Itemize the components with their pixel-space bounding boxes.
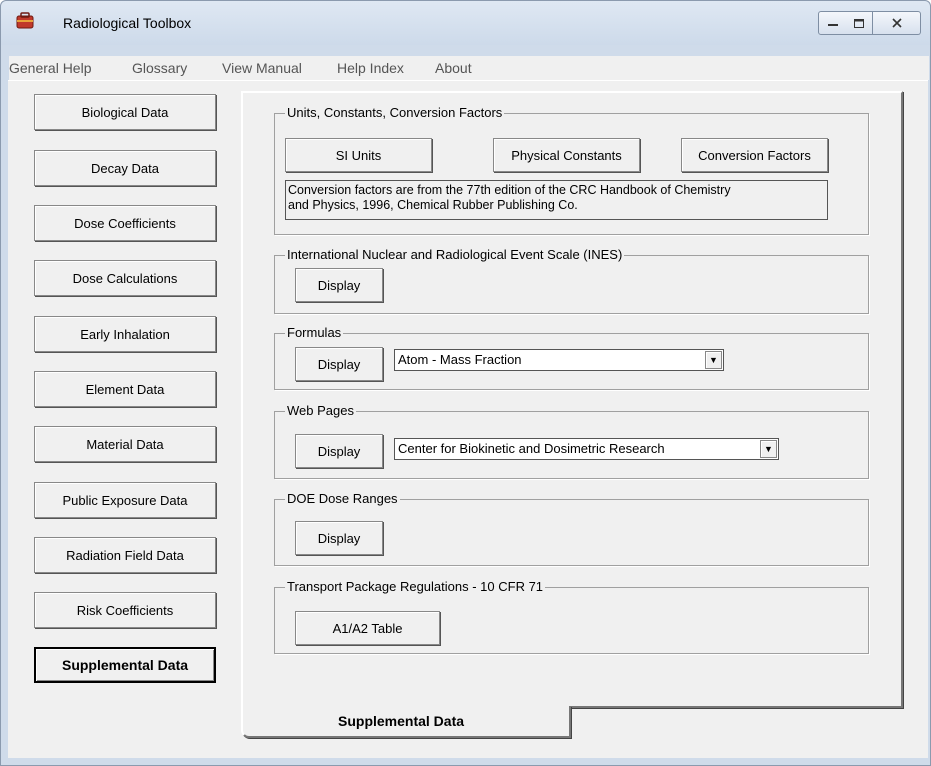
transport-regulations-group-title: Transport Package Regulations - 10 CFR 7… xyxy=(285,579,546,594)
web-pages-select[interactable]: Center for Biokinetic and Dosimetric Res… xyxy=(394,438,779,460)
decay-data-button[interactable]: Decay Data xyxy=(34,150,216,186)
biological-data-button[interactable]: Biological Data xyxy=(34,94,216,130)
conversion-factors-button[interactable]: Conversion Factors xyxy=(681,138,828,172)
menu-glossary[interactable]: Glossary xyxy=(132,60,187,76)
toolbox-icon xyxy=(16,12,34,29)
menu-about[interactable]: About xyxy=(435,60,472,76)
note-line-1: Conversion factors are from the 77th edi… xyxy=(288,183,731,197)
minimize-icon xyxy=(827,24,838,26)
dose-coefficients-button[interactable]: Dose Coefficients xyxy=(34,205,216,241)
web-pages-group-title: Web Pages xyxy=(285,403,356,418)
formulas-select[interactable]: Atom - Mass Fraction ▼ xyxy=(394,349,724,371)
menu-view-manual[interactable]: View Manual xyxy=(222,60,302,76)
physical-constants-button[interactable]: Physical Constants xyxy=(493,138,640,172)
chevron-down-icon[interactable]: ▼ xyxy=(760,440,777,458)
menu-bar: General Help Glossary View Manual Help I… xyxy=(9,56,929,80)
ines-group-title: International Nuclear and Radiological E… xyxy=(285,247,625,262)
supplemental-data-button[interactable]: Supplemental Data xyxy=(34,647,216,683)
close-button[interactable] xyxy=(873,11,921,35)
close-icon xyxy=(891,18,902,28)
minimize-button[interactable] xyxy=(818,11,847,35)
dose-calculations-button[interactable]: Dose Calculations xyxy=(34,260,216,296)
doe-display-button[interactable]: Display xyxy=(295,521,383,555)
a1-a2-table-button[interactable]: A1/A2 Table xyxy=(295,611,440,645)
units-constants-group-title: Units, Constants, Conversion Factors xyxy=(285,105,505,120)
early-inhalation-button[interactable]: Early Inhalation xyxy=(34,316,216,352)
material-data-button[interactable]: Material Data xyxy=(34,426,216,462)
conversion-factors-note: Conversion factors are from the 77th edi… xyxy=(285,180,828,220)
chevron-down-icon[interactable]: ▼ xyxy=(705,351,722,369)
maximize-button[interactable] xyxy=(846,11,873,35)
formulas-group-title: Formulas xyxy=(285,325,344,340)
public-exposure-data-button[interactable]: Public Exposure Data xyxy=(34,482,216,518)
web-pages-display-button[interactable]: Display xyxy=(295,434,383,468)
formulas-display-button[interactable]: Display xyxy=(295,347,383,381)
doe-dose-ranges-group-title: DOE Dose Ranges xyxy=(285,491,400,506)
radiation-field-data-button[interactable]: Radiation Field Data xyxy=(34,537,216,573)
maximize-icon xyxy=(854,18,864,28)
window-title: Radiological Toolbox xyxy=(63,15,192,31)
web-pages-selected-value: Center for Biokinetic and Dosimetric Res… xyxy=(398,441,665,456)
si-units-button[interactable]: SI Units xyxy=(285,138,432,172)
note-line-2: and Physics, 1996, Chemical Rubber Publi… xyxy=(288,198,578,212)
menu-help-index[interactable]: Help Index xyxy=(337,60,404,76)
menu-general-help[interactable]: General Help xyxy=(9,60,92,76)
title-bar[interactable]: Radiological Toolbox xyxy=(1,1,930,45)
risk-coefficients-button[interactable]: Risk Coefficients xyxy=(34,592,216,628)
ines-display-button[interactable]: Display xyxy=(295,268,383,302)
element-data-button[interactable]: Element Data xyxy=(34,371,216,407)
formulas-selected-value: Atom - Mass Fraction xyxy=(398,352,522,367)
tab-supplemental-data-label: Supplemental Data xyxy=(338,713,465,729)
